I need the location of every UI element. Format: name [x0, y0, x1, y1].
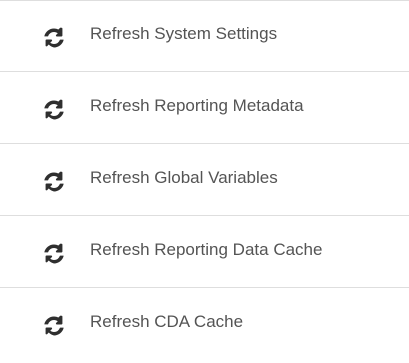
menu-item-label: Refresh Global Variables: [90, 167, 278, 187]
refresh-icon: [42, 170, 66, 194]
refresh-icon: [42, 26, 66, 50]
refresh-icon: [42, 242, 66, 266]
menu-item-refresh-reporting-metadata[interactable]: Refresh Reporting Metadata: [0, 72, 409, 144]
menu-item-label: Refresh Reporting Metadata: [90, 95, 304, 115]
refresh-icon: [42, 314, 66, 338]
menu-item-label: Refresh Reporting Data Cache: [90, 239, 323, 259]
menu-item-refresh-system-settings[interactable]: Refresh System Settings: [0, 1, 409, 72]
refresh-menu: Refresh System Settings Refresh Reportin…: [0, 0, 409, 363]
menu-item-label: Refresh CDA Cache: [90, 312, 244, 331]
menu-item-refresh-cda-cache[interactable]: Refresh CDA Cache: [0, 288, 409, 360]
menu-item-label: Refresh System Settings: [90, 24, 278, 43]
menu-item-refresh-reporting-data-cache[interactable]: Refresh Reporting Data Cache: [0, 216, 409, 288]
menu-item-refresh-global-variables[interactable]: Refresh Global Variables: [0, 144, 409, 216]
refresh-menu-list: Refresh System Settings Refresh Reportin…: [0, 1, 409, 360]
refresh-icon: [42, 98, 66, 122]
